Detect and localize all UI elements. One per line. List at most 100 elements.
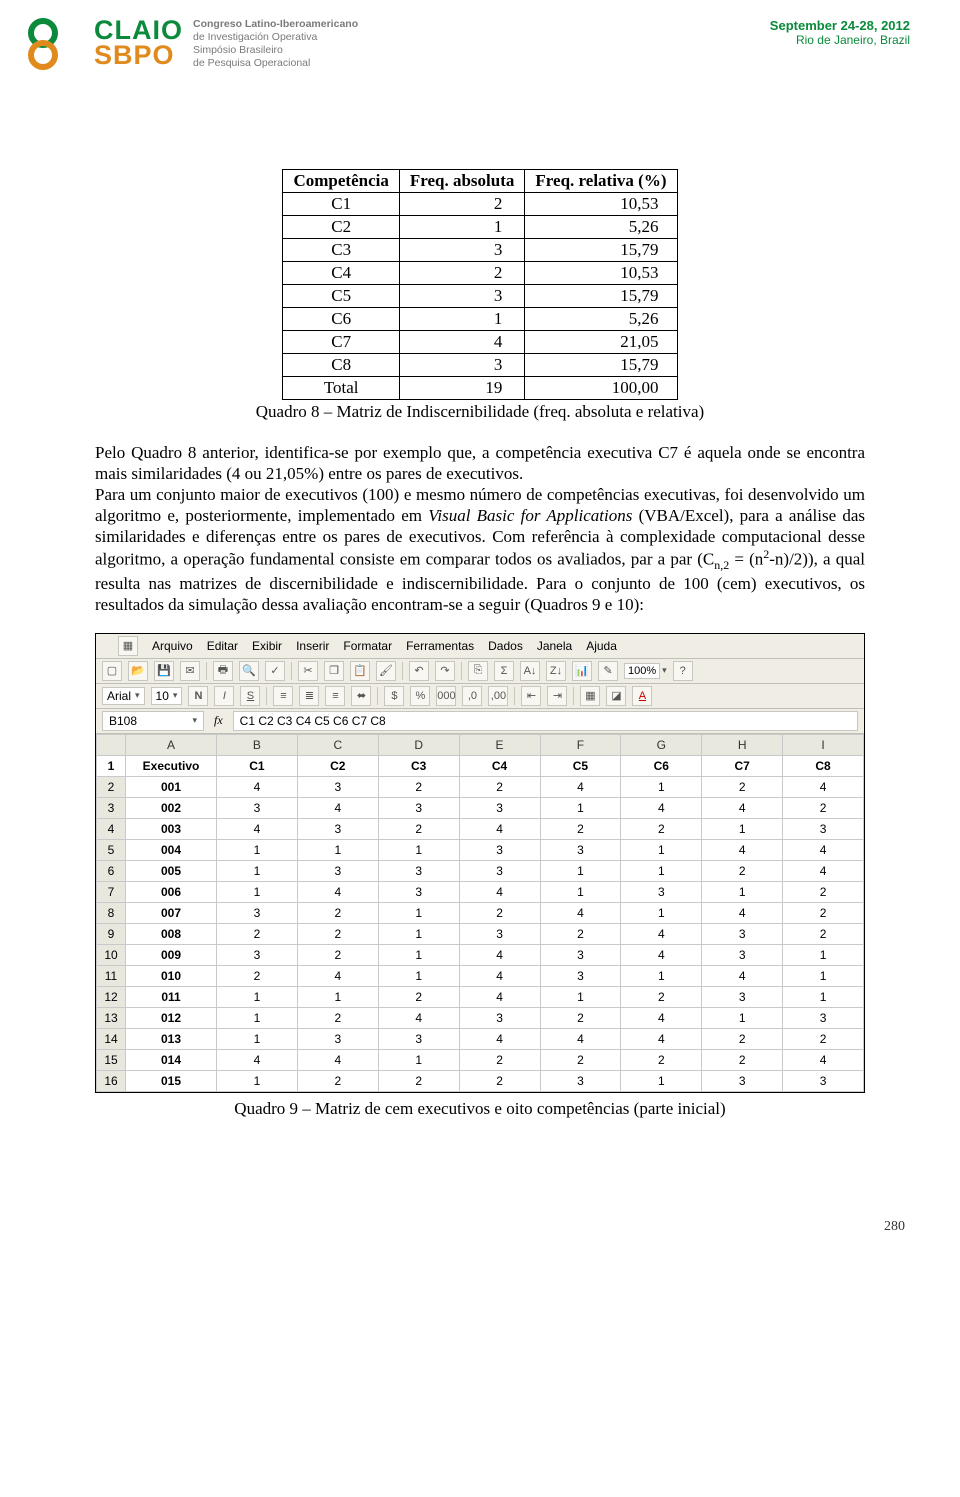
grid-cell[interactable]: 1 [540,881,621,902]
grid-cell[interactable]: 1 [621,776,702,797]
grid-cell[interactable]: 014 [126,1049,217,1070]
row-header[interactable]: 4 [97,818,126,839]
align-right-icon[interactable]: ≡ [325,686,345,706]
menu-formatar[interactable]: Formatar [343,639,392,653]
row-header[interactable]: 9 [97,923,126,944]
column-header[interactable]: H [702,734,783,755]
grid-cell[interactable]: 4 [783,860,864,881]
grid-cell[interactable]: 3 [297,1028,378,1049]
grid-cell[interactable]: 4 [459,1028,540,1049]
grid-cell[interactable]: 2 [783,881,864,902]
grid-cell[interactable]: 3 [378,797,459,818]
grid-cell[interactable]: 015 [126,1070,217,1091]
grid-cell[interactable]: 1 [621,839,702,860]
grid-cell[interactable]: 4 [621,923,702,944]
grid-cell[interactable]: 2 [459,1049,540,1070]
grid-cell[interactable]: 3 [540,944,621,965]
grid-cell[interactable]: 3 [297,776,378,797]
grid-cell[interactable]: 1 [378,839,459,860]
grid-header-cell[interactable]: C8 [783,755,864,776]
grid-cell[interactable]: 2 [297,1070,378,1091]
grid-cell[interactable]: 2 [540,818,621,839]
grid-cell[interactable]: 3 [459,839,540,860]
borders-icon[interactable]: ▦ [580,686,600,706]
grid-cell[interactable]: 4 [459,965,540,986]
grid-cell[interactable]: 2 [217,965,298,986]
sum-icon[interactable]: Σ [494,661,514,681]
grid-cell[interactable]: 1 [783,965,864,986]
formula-input[interactable]: C1 C2 C3 C4 C5 C6 C7 C8 [233,711,858,731]
column-header[interactable]: C [297,734,378,755]
grid-cell[interactable]: 4 [217,776,298,797]
redo-icon[interactable]: ↷ [435,661,455,681]
grid-cell[interactable]: 1 [621,1070,702,1091]
grid-cell[interactable]: 1 [702,818,783,839]
grid-cell[interactable]: 3 [783,818,864,839]
menu-dados[interactable]: Dados [488,639,523,653]
row-header[interactable]: 10 [97,944,126,965]
grid-cell[interactable]: 1 [217,1028,298,1049]
grid-cell[interactable]: 2 [783,1028,864,1049]
row-header[interactable]: 2 [97,776,126,797]
grid-cell[interactable]: 011 [126,986,217,1007]
grid-cell[interactable]: 4 [702,902,783,923]
row-header[interactable]: 11 [97,965,126,986]
grid-cell[interactable]: 4 [459,818,540,839]
row-header[interactable]: 8 [97,902,126,923]
grid-cell[interactable]: 3 [297,860,378,881]
grid-cell[interactable]: 3 [540,1070,621,1091]
grid-cell[interactable]: 3 [702,944,783,965]
currency-icon[interactable]: $ [384,686,404,706]
grid-cell[interactable]: 3 [217,902,298,923]
dec-indent-icon[interactable]: ⇤ [521,686,541,706]
drawing-icon[interactable]: ✎ [598,661,618,681]
grid-cell[interactable]: 4 [702,965,783,986]
grid-cell[interactable]: 2 [378,1070,459,1091]
menu-janela[interactable]: Janela [537,639,572,653]
print-icon[interactable]: 🖶 [213,661,233,681]
row-header[interactable]: 12 [97,986,126,1007]
cut-icon[interactable]: ✂ [298,661,318,681]
grid-cell[interactable]: 2 [702,1049,783,1070]
grid-cell[interactable]: 4 [540,902,621,923]
grid-cell[interactable]: 3 [378,881,459,902]
underline-icon[interactable]: S [240,686,260,706]
grid-cell[interactable]: 1 [217,839,298,860]
menu-ajuda[interactable]: Ajuda [586,639,617,653]
grid-cell[interactable]: 006 [126,881,217,902]
dec-decimal-icon[interactable]: ,00 [488,686,508,706]
select-all-cell[interactable] [97,734,126,755]
column-header[interactable]: D [378,734,459,755]
grid-cell[interactable]: 4 [217,1049,298,1070]
grid-cell[interactable]: 002 [126,797,217,818]
grid-cell[interactable]: 3 [621,881,702,902]
open-icon[interactable]: 📂 [128,661,148,681]
percent-icon[interactable]: % [410,686,430,706]
grid-cell[interactable]: 3 [540,839,621,860]
grid-cell[interactable]: 1 [540,986,621,1007]
grid-header-cell[interactable]: C4 [459,755,540,776]
grid-cell[interactable]: 2 [702,776,783,797]
grid-cell[interactable]: 005 [126,860,217,881]
grid-cell[interactable]: 3 [783,1007,864,1028]
sort-asc-icon[interactable]: A↓ [520,661,540,681]
grid-cell[interactable]: 4 [621,1007,702,1028]
inc-indent-icon[interactable]: ⇥ [547,686,567,706]
grid-cell[interactable]: 4 [621,1028,702,1049]
grid-cell[interactable]: 4 [540,776,621,797]
grid-header-cell[interactable]: Executivo [126,755,217,776]
grid-cell[interactable]: 2 [540,1049,621,1070]
grid-cell[interactable]: 4 [702,839,783,860]
grid-cell[interactable]: 2 [621,1049,702,1070]
bold-icon[interactable]: N [188,686,208,706]
grid-cell[interactable]: 001 [126,776,217,797]
link-icon[interactable]: ⎘ [468,661,488,681]
grid-cell[interactable]: 4 [459,881,540,902]
grid-cell[interactable]: 1 [378,902,459,923]
grid-cell[interactable]: 4 [783,839,864,860]
grid-cell[interactable]: 2 [378,818,459,839]
grid-cell[interactable]: 4 [217,818,298,839]
column-header[interactable]: F [540,734,621,755]
grid-cell[interactable]: 2 [378,986,459,1007]
chart-icon[interactable]: 📊 [572,661,592,681]
